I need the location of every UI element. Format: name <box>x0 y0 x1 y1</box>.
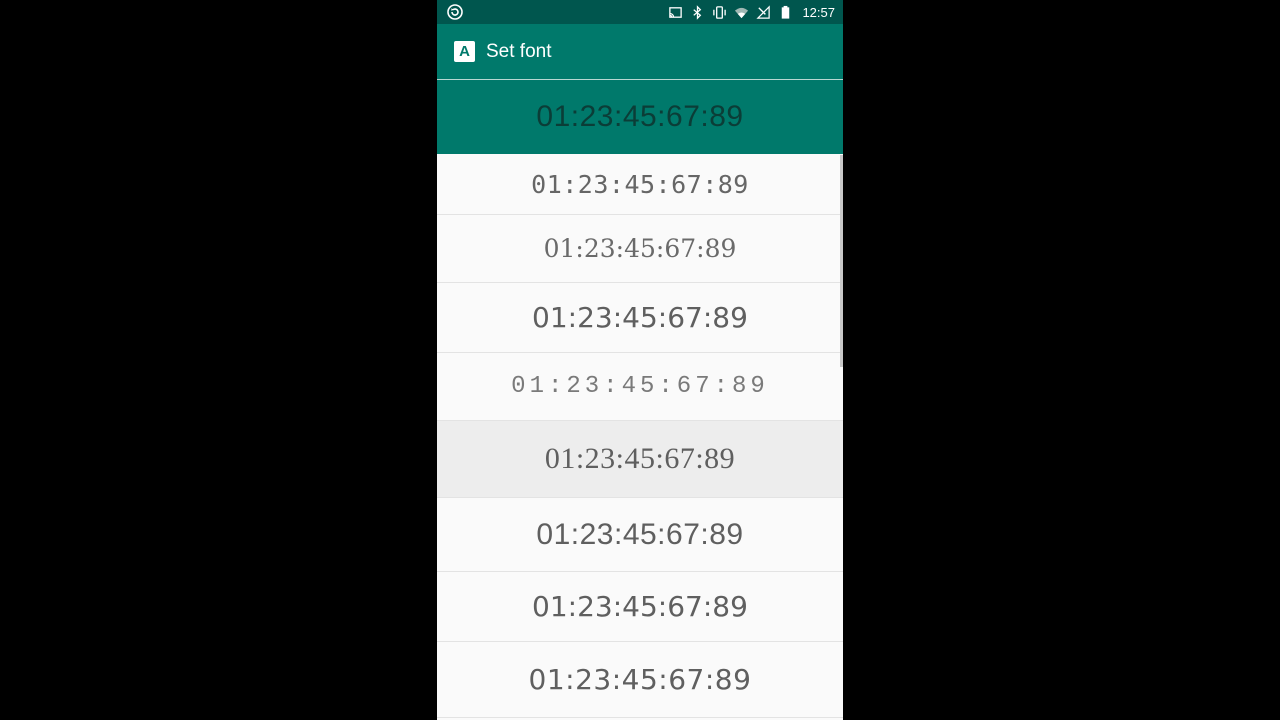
font-sample-text: 01:23:45:67:89 <box>536 100 744 133</box>
font-option-9[interactable]: 01:23:45:67:89 <box>437 642 843 718</box>
font-option-1[interactable]: 01:23:45:67:89 <box>437 80 843 154</box>
status-time: 12:57 <box>802 4 835 20</box>
no-signal-icon <box>756 4 771 19</box>
font-option-7[interactable]: 01:23:45:67:89 <box>437 498 843 572</box>
status-icons: 12:57 <box>668 0 835 24</box>
font-sample-text: 01:23:45:67:89 <box>536 517 744 551</box>
font-sample-text: 01:23:45:67:89 <box>543 234 737 263</box>
app-logo-icon: A <box>454 41 475 62</box>
font-option-6[interactable]: 01:23:45:67:89 <box>437 421 843 498</box>
page-title: Set font <box>486 41 552 62</box>
font-sample-text: 01:23:45:67:89 <box>531 169 749 199</box>
battery-icon <box>782 5 790 19</box>
font-sample-text: 01:23:45:67:89 <box>532 590 748 623</box>
font-sample-text: 01:23:45:67:89 <box>532 301 748 334</box>
font-sample-text: 01:23:45:67:89 <box>544 442 736 475</box>
font-sample-text: 01:23:45:67:89 <box>511 373 769 400</box>
status-bar: 12:57 <box>437 0 843 24</box>
font-option-8[interactable]: 01:23:45:67:89 <box>437 572 843 642</box>
font-option-4[interactable]: 01:23:45:67:89 <box>437 283 843 353</box>
font-sample-text: 01:23:45:67:89 <box>528 663 752 696</box>
font-option-2[interactable]: 01:23:45:67:89 <box>437 154 843 215</box>
sync-icon <box>447 4 463 20</box>
wifi-icon <box>735 7 749 18</box>
app-bar: A Set font <box>437 24 843 80</box>
font-option-3[interactable]: 01:23:45:67:89 <box>437 215 843 283</box>
phone-screen: 12:57 A Set font 01:23:45:67:89 01:23:45… <box>437 0 843 720</box>
font-list: 01:23:45:67:89 01:23:45:67:89 01:23:45:6… <box>437 80 843 718</box>
font-option-5[interactable]: 01:23:45:67:89 <box>437 353 843 421</box>
list-scrollbar[interactable] <box>840 155 843 367</box>
bluetooth-icon <box>693 4 702 20</box>
cast-icon <box>669 6 683 18</box>
vibrate-icon <box>713 5 727 19</box>
